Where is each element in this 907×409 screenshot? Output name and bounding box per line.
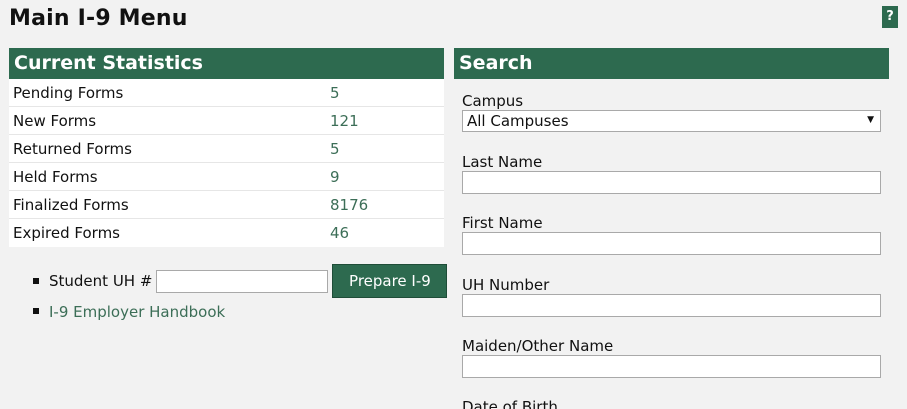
stats-label: Pending Forms bbox=[13, 83, 124, 102]
statistics-header: Current Statistics bbox=[9, 48, 444, 79]
uh-number-field: UH Number bbox=[462, 276, 881, 317]
help-button[interactable]: ? bbox=[882, 6, 898, 28]
stats-label: Held Forms bbox=[13, 167, 98, 186]
stats-label: New Forms bbox=[13, 111, 97, 130]
stats-value-link[interactable]: 46 bbox=[330, 224, 349, 242]
quick-actions-list: Student UH # Prepare I-9 I-9 Employer Ha… bbox=[33, 264, 448, 326]
statistics-table: Pending Forms 5 New Forms 121 Returned F… bbox=[9, 79, 444, 247]
first-name-label: First Name bbox=[462, 214, 543, 232]
stats-row-new: New Forms 121 bbox=[9, 107, 444, 135]
bullet-icon bbox=[33, 278, 39, 284]
stats-label: Finalized Forms bbox=[13, 195, 129, 214]
stats-label: Returned Forms bbox=[13, 139, 132, 158]
first-name-input[interactable] bbox=[462, 232, 881, 255]
search-header: Search bbox=[454, 48, 889, 79]
campus-label: Campus bbox=[462, 92, 524, 110]
student-uh-label: Student UH # bbox=[49, 272, 153, 290]
uh-number-input[interactable] bbox=[462, 294, 881, 317]
page-title: Main I-9 Menu bbox=[9, 6, 188, 31]
stats-value-link[interactable]: 5 bbox=[330, 84, 340, 102]
stats-value-link[interactable]: 8176 bbox=[330, 196, 368, 214]
handbook-row: I-9 Employer Handbook bbox=[49, 303, 225, 321]
list-item-student: Student UH # Prepare I-9 bbox=[33, 264, 448, 298]
campus-select[interactable]: All Campuses ▼ bbox=[462, 110, 881, 132]
stats-value-link[interactable]: 121 bbox=[330, 112, 359, 130]
stats-value-link[interactable]: 5 bbox=[330, 140, 340, 158]
campus-selected-value: All Campuses bbox=[467, 112, 569, 130]
maiden-name-field: Maiden/Other Name bbox=[462, 337, 881, 378]
stats-row-expired: Expired Forms 46 bbox=[9, 219, 444, 247]
prepare-i9-button[interactable]: Prepare I-9 bbox=[332, 264, 448, 298]
dob-label: Date of Birth bbox=[462, 398, 558, 409]
maiden-name-label: Maiden/Other Name bbox=[462, 337, 614, 355]
stats-row-pending: Pending Forms 5 bbox=[9, 79, 444, 107]
uh-number-label: UH Number bbox=[462, 276, 550, 294]
bullet-icon bbox=[33, 308, 39, 314]
stats-value-link[interactable]: 9 bbox=[330, 168, 340, 186]
last-name-label: Last Name bbox=[462, 153, 543, 171]
handbook-link[interactable]: I-9 Employer Handbook bbox=[49, 303, 225, 321]
list-item-handbook: I-9 Employer Handbook bbox=[33, 298, 447, 326]
chevron-down-icon: ▼ bbox=[867, 115, 874, 125]
stats-label: Expired Forms bbox=[13, 224, 120, 242]
stats-row-returned: Returned Forms 5 bbox=[9, 135, 444, 163]
campus-field: Campus All Campuses ▼ bbox=[462, 92, 881, 132]
stats-row-held: Held Forms 9 bbox=[9, 163, 444, 191]
dob-field: Date of Birth bbox=[462, 398, 881, 409]
last-name-input[interactable] bbox=[462, 171, 881, 194]
student-row: Student UH # Prepare I-9 bbox=[49, 264, 448, 298]
stats-row-finalized: Finalized Forms 8176 bbox=[9, 191, 444, 219]
student-uh-input[interactable] bbox=[156, 269, 329, 293]
last-name-field: Last Name bbox=[462, 153, 881, 194]
maiden-name-input[interactable] bbox=[462, 355, 881, 378]
first-name-field: First Name bbox=[462, 214, 881, 255]
